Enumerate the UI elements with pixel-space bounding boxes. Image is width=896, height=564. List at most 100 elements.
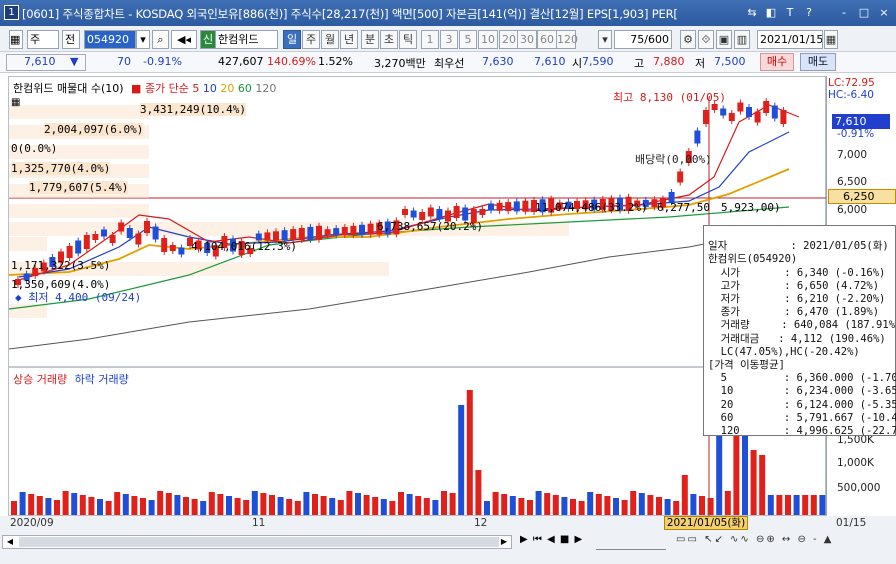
volume-bar <box>819 495 826 515</box>
interval-10[interactable]: 10 <box>478 30 498 49</box>
chevron-down-icon[interactable]: ▾ <box>136 30 150 49</box>
volume-bar <box>277 497 284 515</box>
link-icon[interactable]: ⇆ <box>744 5 760 21</box>
text-icon[interactable]: T <box>782 5 798 21</box>
candle <box>350 225 357 235</box>
volume-bar <box>544 493 551 515</box>
legend-ma120: 120 <box>255 82 277 95</box>
volume-bar <box>810 495 817 515</box>
prev-select[interactable]: 전 <box>62 30 80 49</box>
lc-label: LC:72.95 <box>828 77 875 89</box>
interval-5[interactable]: 5 <box>459 30 477 49</box>
stock-code-input[interactable]: 054920 <box>84 30 136 49</box>
candle <box>359 224 365 235</box>
volume-bar <box>570 499 576 515</box>
high-annotation: 최고 8,130 (01/05) <box>613 91 726 104</box>
sell-button[interactable]: 매도 <box>800 53 836 71</box>
window-number: 1 <box>4 5 19 20</box>
open-price: 7,590 <box>582 55 614 68</box>
maximize-button[interactable]: □ <box>856 5 872 21</box>
candle <box>298 228 305 240</box>
scrollbar[interactable]: ◀ ▶ <box>2 535 512 549</box>
layout-icon[interactable]: ▦ <box>9 30 23 49</box>
tab-year[interactable]: 년 <box>340 30 358 49</box>
speaker-icon[interactable]: ◀◂ <box>171 30 197 49</box>
candle <box>763 101 770 113</box>
scroll-left-icon[interactable]: ◀ <box>3 536 17 548</box>
volume-bar <box>320 496 327 515</box>
high-price: 7,880 <box>653 55 685 68</box>
interval-3[interactable]: 3 <box>440 30 458 49</box>
zoom-slider[interactable] <box>596 534 666 550</box>
volume-bar <box>535 491 542 515</box>
ma120-line <box>9 226 790 350</box>
candle <box>496 202 503 211</box>
volume-legend: 상승 거래량 하락 거래량 <box>13 371 129 387</box>
volume-bar <box>621 500 628 515</box>
interval-20[interactable]: 20 <box>499 30 519 49</box>
market-select[interactable]: 주 <box>27 30 59 49</box>
candle <box>92 234 99 240</box>
calendar-icon[interactable]: ▦ <box>824 30 838 49</box>
window-title: [0601] 주식종합차트 - KOSDAQ 외국인보유[886(천)] 주식수… <box>22 7 678 21</box>
candle <box>479 209 486 215</box>
legend-ma-label: ■ 종가 단순 5 <box>131 82 200 95</box>
volume-tick: 1,000K <box>837 457 874 469</box>
data-count-input[interactable]: 75/600 <box>614 30 672 49</box>
legend-vol-up: 상승 거래량 <box>13 373 68 386</box>
profile-label: 6,738,657(20.2%) <box>377 220 483 233</box>
profile-label: 6,277,50 <box>657 201 710 214</box>
profile-label: 3,431,249(10.4%) <box>140 103 246 116</box>
tooltip-line: 20 : 6,124.000 (-5.35%) <box>708 398 896 411</box>
tab-tick[interactable]: 틱 <box>399 30 417 49</box>
volume-bar <box>423 498 430 515</box>
grid-icon[interactable]: ▥ <box>734 30 750 49</box>
interval-120[interactable]: 120 <box>556 30 578 49</box>
legend-vol-down: 하락 거래량 <box>74 373 129 386</box>
interval-60[interactable]: 60 <box>537 30 557 49</box>
tooltip-line: 일자 : 2021/01/05(화) <box>708 240 889 253</box>
scroll-right-icon[interactable]: ▶ <box>497 536 511 548</box>
profile-label: 11,074,486(33.2%) <box>535 201 648 214</box>
layout-icon[interactable]: ◧ <box>763 5 779 21</box>
scroll-thumb[interactable] <box>19 537 499 547</box>
chart-type-icon[interactable]: ⟐ <box>698 30 714 49</box>
chart-tool-icons[interactable]: ▭▭ ↖↙ ∿∿ ⊖⊕ ↔ ⊖ - ▲ <box>676 534 892 550</box>
close-button[interactable]: × <box>876 5 892 21</box>
date-input[interactable]: 2021/01/15 <box>757 30 823 49</box>
calculator-icon[interactable]: ▦ <box>11 97 20 108</box>
interval-1[interactable]: 1 <box>421 30 439 49</box>
interval-30[interactable]: 30 <box>517 30 537 49</box>
chevron-down-icon[interactable]: ▾ <box>598 30 612 49</box>
volume-bar <box>140 498 146 515</box>
tab-second[interactable]: 초 <box>380 30 398 49</box>
tab-month[interactable]: 월 <box>321 30 339 49</box>
y-tick: 6,000 <box>837 204 868 216</box>
help-icon[interactable]: ? <box>801 5 817 21</box>
volume-bar <box>673 501 680 515</box>
volume-bar <box>776 495 783 515</box>
volume-bar <box>79 495 86 515</box>
legend-ma20: 20 <box>220 82 235 95</box>
volume-bar <box>406 494 413 515</box>
volume-bar <box>337 500 344 515</box>
buy-button[interactable]: 매수 <box>760 53 794 71</box>
candle <box>324 229 331 236</box>
candle <box>144 221 150 233</box>
minimize-button[interactable]: - <box>836 5 852 21</box>
volume-bar <box>527 500 533 515</box>
volume-bar <box>363 495 370 515</box>
tab-minute[interactable]: 분 <box>361 30 379 49</box>
playback-controls[interactable]: ▶ ⏮ ◀ ■ ▶ <box>520 534 590 550</box>
tab-week[interactable]: 주 <box>302 30 320 49</box>
volume-bar <box>484 501 490 515</box>
settings-icon[interactable]: ⚙ <box>680 30 696 49</box>
tab-day[interactable]: 일 <box>283 30 301 49</box>
search-icon[interactable]: ⌕ <box>152 30 169 49</box>
save-icon[interactable]: ▣ <box>716 30 732 49</box>
tooltip-line: 거래대금 : 4,112 (190.46%) <box>708 332 886 345</box>
volume-bar <box>595 494 602 515</box>
volume-bar <box>19 492 26 515</box>
candle <box>341 227 348 235</box>
volume-bar <box>45 498 52 515</box>
